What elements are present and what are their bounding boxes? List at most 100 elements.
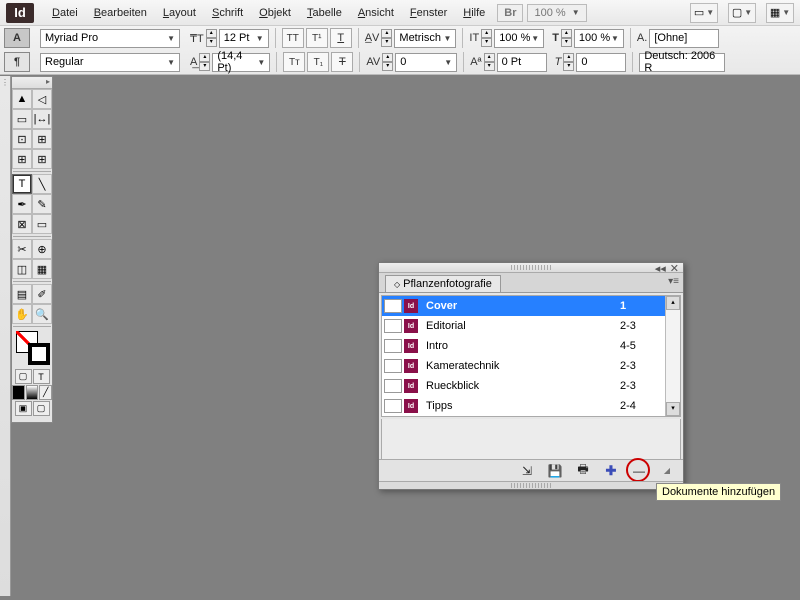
kerning-field[interactable]: Metrisch▼ [394,29,456,48]
zoom-level[interactable]: 100 %▼ [527,4,586,22]
superscript-button[interactable]: T¹ [306,28,328,48]
font-style-dropdown[interactable]: Regular▼ [40,53,180,72]
measure-tool-a[interactable]: ⊞ [12,149,32,169]
book-row-checkbox[interactable] [384,339,402,353]
content-collector-tool[interactable]: ⊡ [12,129,32,149]
free-transform-tool[interactable]: ⊕ [32,239,52,259]
hscale-spinner[interactable]: ▴▾ [561,29,572,47]
language-dropdown[interactable]: Deutsch: 2006 R [639,53,725,72]
menu-table[interactable]: Tabelle [299,4,350,22]
book-row-checkbox[interactable] [384,359,402,373]
char-format-toggle[interactable]: A [4,28,30,48]
book-row-checkbox[interactable] [384,319,402,333]
gradient-swatch-tool[interactable]: ◫ [12,259,32,279]
book-row[interactable]: IdCover1 [382,296,680,316]
rectangle-tool[interactable]: ▭ [32,214,52,234]
font-size-spinner[interactable]: ▴▾ [206,29,217,47]
hscale-field[interactable]: 100 %▼ [574,29,624,48]
apply-gradient[interactable] [26,385,39,400]
line-tool[interactable]: ╲ [32,174,52,194]
add-document-icon[interactable]: ✚ [603,463,619,479]
gap-tool[interactable]: |↔| [32,109,52,129]
strikethrough-button[interactable]: T [331,52,353,72]
allcaps-button[interactable]: TT [282,28,304,48]
panel-menu-icon[interactable]: ▾≡ [668,276,679,287]
menu-file[interactable]: Datei [44,4,86,22]
panel-resize-handle[interactable] [379,481,683,489]
skew-spinner[interactable]: ▴▾ [563,53,574,71]
para-format-toggle[interactable]: ¶ [4,52,30,72]
font-family-dropdown[interactable]: Myriad Pro▼ [40,29,180,48]
format-text[interactable]: T [33,369,50,384]
apply-color[interactable] [12,385,25,400]
eyedropper-tool[interactable]: ✐ [32,284,52,304]
leading-field[interactable]: (14,4 Pt)▼ [212,53,270,72]
resize-grip-icon[interactable]: ◢ [659,463,675,479]
panel-drag-handle[interactable]: ◂◂ ✕ [379,263,683,273]
sync-icon[interactable]: ⇲ [519,463,535,479]
view-mode-preview[interactable]: ▢ [33,401,50,416]
menu-help[interactable]: Hilfe [455,4,493,22]
charstyle-dropdown[interactable]: [Ohne] [649,29,719,48]
book-tab[interactable]: ◇Pflanzenfotografie [385,275,501,292]
selection-tool[interactable]: ▲ [12,89,32,109]
menu-object[interactable]: Objekt [251,4,299,22]
font-size-field[interactable]: 12 Pt▼ [219,29,269,48]
book-row-checkbox[interactable] [384,399,402,413]
vscale-spinner[interactable]: ▴▾ [481,29,492,47]
type-tool[interactable]: T [12,174,32,194]
skew-field[interactable]: 0 [576,53,626,72]
fill-stroke-swatch[interactable] [14,329,50,367]
hand-tool[interactable]: ✋ [12,304,32,324]
underline-button[interactable]: T [330,28,352,48]
menu-layout[interactable]: Layout [155,4,204,22]
view-mode-1[interactable]: ▭▼ [690,3,718,23]
gradient-feather-tool[interactable]: ▦ [32,259,52,279]
leading-spinner[interactable]: ▴▾ [199,53,210,71]
scissors-tool[interactable]: ✂ [12,239,32,259]
kerning-spinner[interactable]: ▴▾ [381,29,392,47]
menu-window[interactable]: Fenster [402,4,455,22]
book-row[interactable]: IdTipps2-4 [382,396,680,416]
view-mode-2[interactable]: ▢▼ [728,3,756,23]
measure-tool-b[interactable]: ⊞ [32,149,52,169]
tracking-spinner[interactable]: ▴▾ [382,53,393,71]
save-book-icon[interactable]: 💾 [547,463,563,479]
remove-document-icon[interactable]: — [631,463,647,479]
pen-tool[interactable]: ✒ [12,194,32,214]
scroll-down[interactable]: ▾ [666,402,680,416]
menu-type[interactable]: Schrift [204,4,251,22]
content-placer-tool[interactable]: ⊞ [32,129,52,149]
rectangle-frame-tool[interactable]: ⊠ [12,214,32,234]
subscript-button[interactable]: T₁ [307,52,329,72]
scroll-up[interactable]: ▴ [666,296,680,310]
baseline-field[interactable]: 0 Pt [497,53,547,72]
view-mode-3[interactable]: ▦▼ [766,3,794,23]
menu-edit[interactable]: Bearbeiten [86,4,155,22]
page-tool[interactable]: ▭ [12,109,32,129]
print-book-icon[interactable]: 🖶 [575,463,591,479]
dock-rail[interactable]: ⋮ [0,76,11,596]
menu-view[interactable]: Ansicht [350,4,402,22]
book-row[interactable]: IdKameratechnik2-3 [382,356,680,376]
book-row[interactable]: IdRueckblick2-3 [382,376,680,396]
direct-selection-tool[interactable]: ◁ [32,89,52,109]
apply-none[interactable]: ╱ [39,385,52,400]
scrollbar[interactable]: ▴ ▾ [665,296,680,416]
bridge-button[interactable]: Br [497,4,523,22]
tracking-field[interactable]: 0▼ [395,53,457,72]
format-container[interactable]: ▢ [15,369,32,384]
zoom-tool[interactable]: 🔍 [32,304,52,324]
baseline-icon: Aª [470,56,481,68]
book-row[interactable]: IdEditorial2-3 [382,316,680,336]
smallcaps-button[interactable]: Tᴛ [283,52,305,72]
view-mode-normal[interactable]: ▣ [15,401,32,416]
pencil-tool[interactable]: ✎ [32,194,52,214]
vscale-field[interactable]: 100 %▼ [494,29,544,48]
book-row-checkbox[interactable] [384,379,402,393]
baseline-spinner[interactable]: ▴▾ [484,53,495,71]
book-row-checkbox[interactable] [384,299,402,313]
note-tool[interactable]: ▤ [12,284,32,304]
book-row[interactable]: IdIntro4-5 [382,336,680,356]
tools-collapse[interactable]: ▸ [12,77,52,89]
